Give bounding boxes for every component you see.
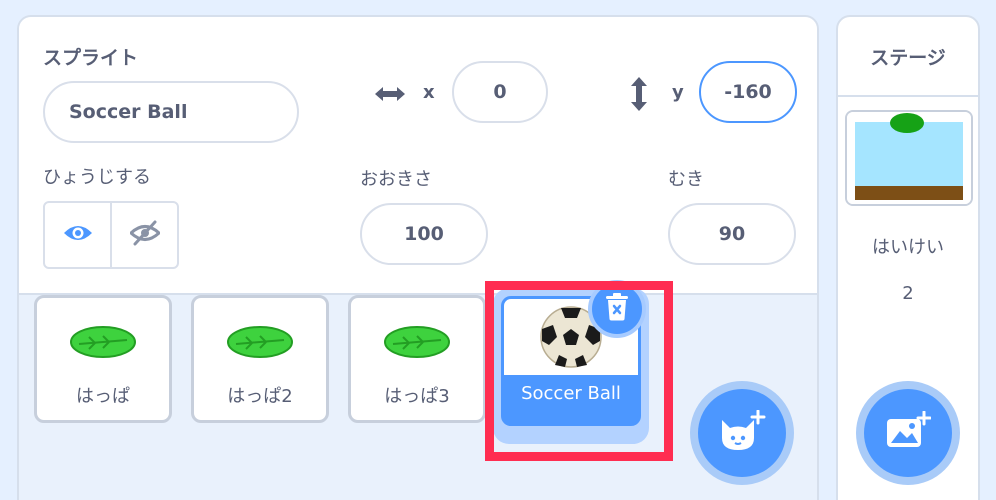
backdrops-count: 2: [902, 283, 914, 304]
direction-input[interactable]: 90: [668, 203, 796, 265]
sprite-tile-name: はっぱ: [76, 386, 130, 407]
sprite-tile-happa2[interactable]: はっぱ2: [191, 295, 329, 423]
x-label: x: [423, 82, 435, 103]
add-sprite-button[interactable]: [690, 381, 794, 485]
add-backdrop-button[interactable]: [856, 381, 960, 485]
leaf-costume-thumbnail: [194, 312, 326, 372]
x-arrows-icon: [373, 80, 407, 108]
y-arrows-icon: [628, 75, 650, 113]
sprite-tile-happa3[interactable]: はっぱ3: [348, 295, 486, 423]
stage-thumbnail[interactable]: [845, 110, 973, 206]
direction-label: むき: [668, 169, 704, 190]
sprite-tile-happa[interactable]: はっぱ: [34, 295, 172, 423]
add-sprite-icon: [718, 409, 766, 456]
leaf-costume-thumbnail: [37, 312, 169, 372]
stage-title: ステージ: [838, 17, 978, 97]
visibility-toggle: [43, 201, 179, 269]
sprite-tile-name: はっぱ2: [227, 386, 293, 407]
sprite-name-input[interactable]: Soccer Ball: [43, 81, 299, 143]
show-label: ひょうじする: [43, 167, 151, 188]
sprite-tile-name: はっぱ3: [384, 386, 450, 407]
eye-off-icon: [128, 220, 161, 250]
add-backdrop-icon: [885, 410, 932, 455]
show-button[interactable]: [45, 203, 110, 267]
size-label: おおきさ: [360, 169, 432, 190]
eye-icon: [63, 222, 93, 248]
x-input[interactable]: 0: [452, 61, 548, 123]
backdrops-label: はいけい: [872, 237, 944, 258]
selection-highlight-box: [485, 281, 673, 461]
sprite-info-panel: スプライト Soccer Ball x 0 y -160 ひょうじする おおきさ…: [19, 17, 817, 295]
leaf-costume-thumbnail: [351, 312, 483, 372]
y-input[interactable]: -160: [699, 61, 797, 123]
sprite-label: スプライト: [43, 47, 139, 69]
hide-button[interactable]: [110, 203, 177, 267]
size-input[interactable]: 100: [360, 203, 488, 265]
y-label: y: [672, 82, 684, 103]
